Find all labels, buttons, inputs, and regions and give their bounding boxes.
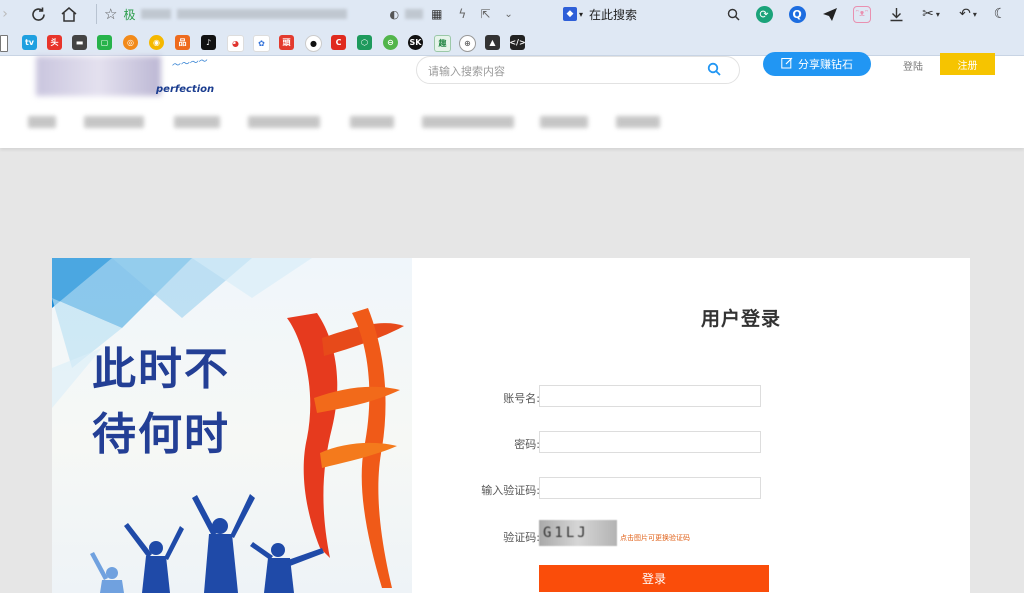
iqiyi-icon[interactable]: ▢ [97,35,112,50]
bookmark-icon[interactable]: ⊖ [383,35,398,50]
nav-item[interactable] [422,116,514,128]
star-icon[interactable]: ☆ [104,5,117,23]
captcha-label: 验证码: [503,531,540,544]
bookmark-icon[interactable]: ◎ [123,35,138,50]
bookmark-icon[interactable]: 頭 [279,35,294,50]
address-bar[interactable]: ☆ 极 ◐ ▦ ϟ ⇱ ⌄ [104,5,549,23]
sync-icon[interactable]: ⟳ [754,4,774,24]
browser-search[interactable]: ◆ ▾ 在此搜索 [563,4,637,24]
banner-line-1: 此时不 [92,344,230,395]
account-input[interactable] [539,385,761,407]
nav-item[interactable] [350,116,394,128]
cat-icon[interactable]: ᵔᴥᵔ [852,4,872,24]
password-input[interactable] [539,431,761,453]
sk-icon[interactable]: SK [408,35,423,50]
captcha-image[interactable]: G1LJ [539,520,617,546]
address-blur [177,9,348,19]
banner-line-2: 待何时 [92,409,230,460]
zoom-blur [405,9,424,19]
forward-icon[interactable]: › [0,4,12,24]
caret-icon[interactable]: ▾ [579,10,583,19]
share-earn-label: 分享赚钻石 [798,58,853,71]
nav-item[interactable] [540,116,588,128]
browser-search-placeholder: 在此搜索 [589,7,638,22]
password-label: 密码: [514,438,540,451]
code-icon[interactable]: </> [509,35,526,50]
csdn-icon[interactable]: C [331,35,346,50]
toutiao-icon[interactable]: 头 [47,35,62,50]
logo-tag: perfection [156,84,215,95]
account-label: 账号名: [503,392,540,405]
baidu-icon[interactable]: ✿ [253,35,270,52]
search-icon[interactable] [724,4,742,24]
search-input[interactable] [426,61,690,81]
bookmark-icon[interactable]: 趣 [434,35,451,52]
login-button[interactable]: 登录 [539,565,769,592]
password-row: 密码: [412,431,970,455]
download-icon[interactable] [886,4,906,24]
promo-banner: 此时不 待何时 [52,258,412,593]
captcha-hint[interactable]: 点击图片可更换验证码 [620,533,690,543]
site-logo[interactable]: ～～～～ perfection [36,56,266,98]
weibo-icon[interactable]: ◕ [227,35,244,52]
read-icon[interactable]: ◐ [389,8,399,21]
address-text: 极 [123,7,136,22]
qq-icon[interactable]: ◉ [149,35,164,50]
logo-image [36,56,161,96]
main-nav [0,116,700,136]
flash-icon[interactable]: ϟ [458,7,466,21]
login-title: 用户登录 [700,308,781,330]
github-icon[interactable]: ● [305,35,322,52]
reload-icon[interactable] [28,4,48,24]
nav-item[interactable] [174,116,220,128]
nav-item[interactable] [28,116,56,128]
search-icon[interactable] [707,61,721,80]
undo-icon[interactable]: ↶ ▾ [954,4,982,24]
scissors-icon[interactable]: ✂ ▾ [918,4,944,24]
bookmark-bar: tv 头 ▬ ▢ ◎ ◉ 品 ♪ ◕ ✿ 頭 ● C ⬡ ⊖ SK 趣 ⊕ ▲ … [0,29,1024,56]
nav-item[interactable] [84,116,144,128]
bilibili-icon[interactable]: tv [22,35,37,50]
send-icon[interactable] [820,4,840,24]
register-button[interactable]: 注册 [940,53,995,75]
captcha-input-label: 输入验证码: [481,484,540,497]
moon-icon[interactable]: ☾ [990,4,1010,24]
share-earn-button[interactable]: 分享赚钻石 [763,52,871,76]
nav-item[interactable] [616,116,660,128]
bookmark-icon[interactable]: ⬡ [357,35,372,50]
globe-icon[interactable]: ⊕ [459,35,476,52]
bookmark-icon[interactable]: ▲ [485,35,500,50]
captcha-row: 验证码: G1LJ 点击图片可更换验证码 [412,520,970,548]
home-icon[interactable] [58,4,80,24]
toolbar-divider [96,4,97,24]
paw-icon[interactable]: ◆ [563,7,577,21]
qr-icon[interactable]: ▦ [431,7,442,21]
account-row: 账号名: [412,385,970,409]
captcha-input-row: 输入验证码: [412,477,970,501]
bookmark-icon[interactable]: 品 [175,35,190,50]
login-form: 用户登录 账号名: 密码: 输入验证码: 验证码: G1LJ 点击图片可更换验证… [412,258,970,593]
site-search [416,56,740,84]
nav-item[interactable] [248,116,320,128]
address-blur [141,9,172,19]
q-icon[interactable]: Q [787,4,807,24]
edit-icon [781,57,793,72]
chevron-down-icon[interactable]: ⌄ [504,9,512,20]
share-page-icon[interactable]: ⇱ [480,7,490,21]
site-header: ～～～～ perfection 分享赚钻石 登陆 注册 [0,52,1024,148]
captcha-input[interactable] [539,477,761,499]
bookmark-icon[interactable]: ▬ [72,35,87,50]
tiktok-icon[interactable]: ♪ [201,35,216,50]
browser-toolbar: › ☆ 极 ◐ ▦ ϟ ⇱ ⌄ ◆ ▾ 在此搜索 ⟳ Q ᵔᴥᵔ ✂ ▾ ↶ ▾ ☾ [0,0,1024,29]
login-card: 此时不 待何时 用户登录 账号名: 密码: 输入验证码: 验证码: G1LJ 点… [52,258,970,593]
bookmark-icon[interactable] [0,35,8,52]
login-link[interactable]: 登陆 [903,58,923,73]
logo-slogan: ～～～～ [170,56,208,72]
